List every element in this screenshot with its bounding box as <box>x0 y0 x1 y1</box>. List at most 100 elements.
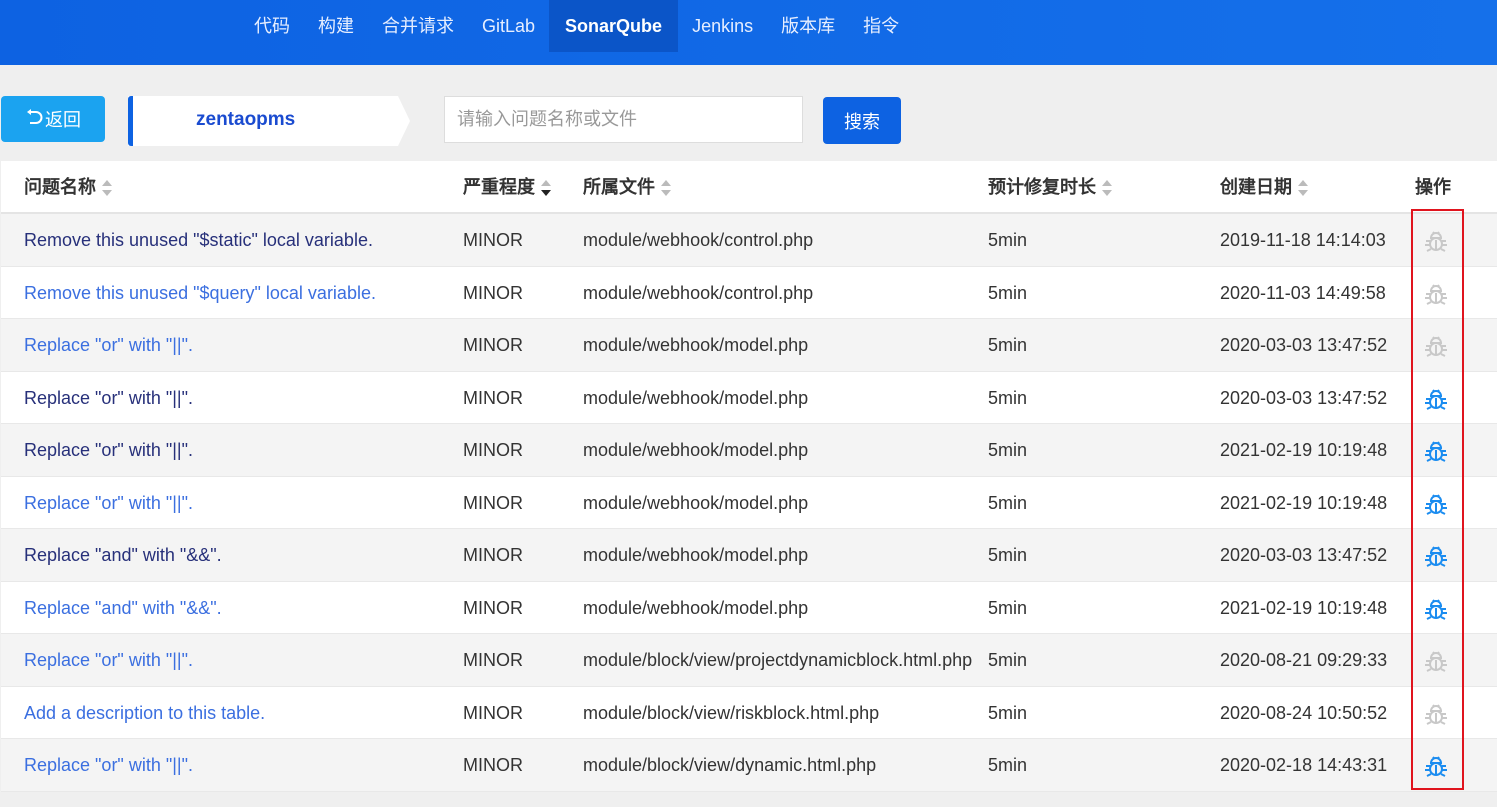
create-bug-icon[interactable] <box>1423 491 1449 522</box>
effort-cell: 5min <box>988 755 1028 775</box>
column-header[interactable]: 严重程度 <box>463 161 573 213</box>
severity-cell: MINOR <box>463 755 523 775</box>
table-row: Replace "or" with "||". MINOR module/webho… <box>1 476 1497 529</box>
file-cell: module/webhook/model.php <box>583 335 809 355</box>
create-bug-icon[interactable] <box>1423 596 1449 627</box>
project-breadcrumb: zentaopms <box>128 96 410 146</box>
date-cell: 2020-03-03 13:47:52 <box>1220 545 1388 565</box>
severity-cell: MINOR <box>463 597 523 618</box>
date-cell: 2020-08-21 09:29:33 <box>1220 650 1388 670</box>
issue-name-link[interactable]: Remove this unused "$static" local varia… <box>24 214 454 266</box>
create-bug-icon[interactable] <box>1423 281 1449 312</box>
effort-cell: 5min <box>988 282 1028 303</box>
table-row: Replace "or" with "||". MINOR module/webho… <box>1 319 1497 372</box>
sort-icon[interactable] <box>1102 180 1112 197</box>
create-bug-icon[interactable] <box>1423 386 1449 417</box>
table-row: Add a description to this table. MINOR mod… <box>1 686 1497 739</box>
severity-cell: MINOR <box>463 282 523 303</box>
top-nav: 代码 构建 合并请求 GitLab SonarQube Jenkins 版本库 指令 <box>0 0 1497 65</box>
table-row: Replace "or" with "||". MINOR module/block… <box>1 634 1497 687</box>
table-row: Replace "and" with "&&". MINOR module/webh… <box>1 529 1497 582</box>
effort-cell: 5min <box>988 440 1028 460</box>
file-cell: module/webhook/model.php <box>583 597 809 618</box>
issue-name-link[interactable]: Replace "and" with "&&". <box>24 529 454 581</box>
nav-tab[interactable]: Jenkins <box>678 0 767 52</box>
effort-cell: 5min <box>988 492 1028 513</box>
effort-cell: 5min <box>988 335 1028 355</box>
sort-icon[interactable] <box>661 180 671 197</box>
date-cell: 2021-02-19 10:19:48 <box>1220 597 1388 618</box>
column-header[interactable]: 问题名称 <box>24 161 454 213</box>
column-header-label: 操作 <box>1415 177 1451 197</box>
column-header-label: 预计修复时长 <box>988 177 1096 197</box>
effort-cell: 5min <box>988 545 1028 565</box>
sort-icon[interactable] <box>1298 180 1308 197</box>
file-cell: module/block/view/dynamic.html.php <box>583 755 877 775</box>
create-bug-icon[interactable] <box>1423 701 1449 732</box>
table-row: Replace "and" with "&&". MINOR module/webh… <box>1 581 1497 634</box>
file-cell: module/webhook/control.php <box>583 282 814 303</box>
date-cell: 2020-03-03 13:47:52 <box>1220 335 1388 355</box>
issue-name-link[interactable]: Replace "or" with "||". <box>24 739 454 791</box>
severity-cell: MINOR <box>463 545 523 565</box>
severity-cell: MINOR <box>463 492 523 513</box>
issue-name-link[interactable]: Replace "or" with "||". <box>24 634 454 686</box>
nav-tab[interactable]: GitLab <box>468 0 549 52</box>
table-row: Remove this unused "$query" local variab… <box>1 266 1497 319</box>
create-bug-icon[interactable] <box>1423 438 1449 469</box>
back-button[interactable]: 返回 <box>1 96 105 142</box>
date-cell: 2020-02-18 14:43:31 <box>1220 755 1388 775</box>
effort-cell: 5min <box>988 597 1028 618</box>
table-row: Replace "or" with "||". MINOR module/block… <box>1 739 1497 792</box>
issue-name-link[interactable]: Add a description to this table. <box>24 687 454 739</box>
sort-icon[interactable] <box>102 180 112 197</box>
search-input[interactable] <box>444 96 803 143</box>
table-header: 问题名称 严重程度 所属文件 预计修复时长 创建日期 操作 <box>1 161 1497 214</box>
nav-tabs: 代码 构建 合并请求 GitLab SonarQube Jenkins 版本库 指令 <box>240 0 913 52</box>
issue-name-link[interactable]: Replace "or" with "||". <box>24 477 454 529</box>
column-header[interactable]: 所属文件 <box>583 161 978 213</box>
issue-name-link[interactable]: Replace "or" with "||". <box>24 319 454 371</box>
file-cell: module/webhook/model.php <box>583 545 809 565</box>
issue-name-link[interactable]: Remove this unused "$query" local variab… <box>24 267 454 319</box>
search-button[interactable]: 搜索 <box>823 97 901 144</box>
table-row: Replace "or" with "||". MINOR module/webho… <box>1 371 1497 424</box>
nav-tab[interactable]: 版本库 <box>767 0 849 52</box>
date-cell: 2020-08-24 10:50:52 <box>1220 702 1388 723</box>
nav-tab[interactable]: 代码 <box>240 0 304 52</box>
table-row: Replace "or" with "||". MINOR module/webho… <box>1 424 1497 477</box>
issue-name-link[interactable]: Replace "and" with "&&". <box>24 582 454 634</box>
file-cell: module/webhook/model.php <box>583 387 809 408</box>
issue-name-link[interactable]: Replace "or" with "||". <box>24 424 454 476</box>
nav-tab[interactable]: 构建 <box>304 0 368 52</box>
create-bug-icon[interactable] <box>1423 333 1449 364</box>
file-cell: module/webhook/control.php <box>583 230 814 250</box>
effort-cell: 5min <box>988 702 1028 723</box>
column-header-label: 创建日期 <box>1220 177 1292 197</box>
date-cell: 2020-11-03 14:49:58 <box>1220 282 1386 303</box>
column-header[interactable]: 创建日期 <box>1220 161 1410 213</box>
column-header-label: 问题名称 <box>24 177 96 197</box>
nav-tab[interactable]: 合并请求 <box>368 0 468 52</box>
create-bug-icon[interactable] <box>1423 543 1449 574</box>
sort-icon[interactable] <box>541 180 551 197</box>
column-header[interactable]: 预计修复时长 <box>988 161 1208 213</box>
nav-tab[interactable]: SonarQube <box>549 0 679 52</box>
nav-tab[interactable]: 指令 <box>849 0 913 52</box>
file-cell: module/block/view/riskblock.html.php <box>583 702 880 723</box>
file-cell: module/webhook/model.php <box>583 440 809 460</box>
create-bug-icon[interactable] <box>1423 648 1449 679</box>
column-header: 操作 <box>1415 161 1475 213</box>
issue-name-link[interactable]: Replace "or" with "||". <box>24 372 454 424</box>
date-cell: 2021-02-19 10:19:48 <box>1220 492 1388 513</box>
severity-cell: MINOR <box>463 440 523 460</box>
severity-cell: MINOR <box>463 230 523 250</box>
create-bug-icon[interactable] <box>1423 228 1449 259</box>
file-cell: module/webhook/model.php <box>583 492 809 513</box>
severity-cell: MINOR <box>463 702 523 723</box>
date-cell: 2020-03-03 13:47:52 <box>1220 387 1388 408</box>
undo-icon <box>25 108 43 131</box>
file-cell: module/block/view/projectdynamicblock.ht… <box>583 650 973 670</box>
create-bug-icon[interactable] <box>1423 753 1449 784</box>
column-header-label: 严重程度 <box>463 177 535 197</box>
